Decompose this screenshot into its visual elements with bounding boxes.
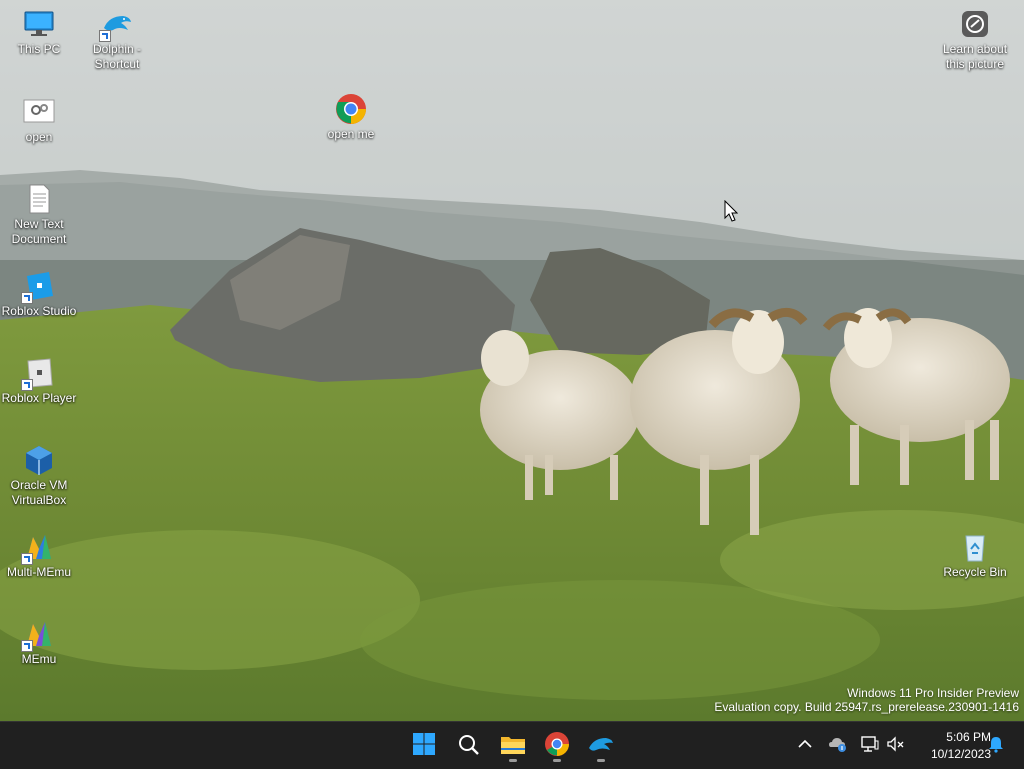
multi-memu-icon (21, 531, 55, 565)
desktop-icon-oracle-virtualbox[interactable]: Oracle VM VirtualBox (0, 444, 78, 508)
recycle-bin-icon (959, 531, 991, 563)
virtualbox-icon (23, 444, 55, 476)
shortcut-arrow-icon (99, 30, 111, 42)
windows-watermark: Windows 11 Pro Insider Preview Evaluatio… (714, 686, 1019, 714)
desktop-icon-dolphin-shortcut[interactable]: Dolphin - Shortcut (78, 8, 156, 72)
desktop-icon-label: Oracle VM VirtualBox (10, 478, 68, 507)
desktop-icon-new-text-document[interactable]: New Text Document (0, 183, 78, 247)
desktop-icon-roblox-studio[interactable]: Roblox Studio (0, 270, 78, 319)
roblox-player-icon (21, 357, 55, 391)
clock-time: 5:06 PM (946, 730, 991, 744)
running-indicator (597, 759, 605, 762)
desktop-icon-open[interactable]: open (0, 96, 78, 145)
shortcut-arrow-icon (21, 553, 33, 565)
settings-file-icon (23, 96, 55, 128)
windows-logo-icon (413, 733, 435, 755)
taskbar-chrome[interactable] (539, 728, 575, 762)
desktop-icon-label: Learn about this picture (942, 42, 1008, 71)
shortcut-arrow-icon (21, 379, 33, 391)
desktop-icon-open-me[interactable]: open me (312, 93, 390, 142)
desktop-icon-roblox-player[interactable]: Roblox Player (0, 357, 78, 406)
onedrive-info-icon[interactable] (827, 734, 849, 759)
shortcut-arrow-icon (21, 640, 33, 652)
taskbar-file-explorer[interactable] (495, 728, 531, 762)
folder-icon (501, 737, 525, 754)
taskbar: 5:06 PM 10/12/2023 (0, 721, 1024, 769)
desktop-icon-label: This PC (17, 42, 61, 56)
desktop-wallpaper (0, 0, 1024, 721)
dolphin-icon (589, 738, 613, 751)
camera-lens-icon (959, 8, 991, 40)
desktop-icon-this-pc[interactable]: This PC (0, 8, 78, 57)
watermark-edition: Windows 11 Pro Insider Preview (847, 686, 1019, 700)
shortcut-arrow-icon (21, 292, 33, 304)
clock-date: 10/12/2023 (930, 747, 991, 761)
start-button[interactable] (406, 728, 442, 762)
text-document-icon (23, 183, 55, 215)
search-icon (459, 735, 479, 755)
monitor-icon (23, 8, 55, 40)
mouse-cursor-icon (724, 199, 739, 227)
running-indicator (553, 759, 561, 762)
notification-bell-icon[interactable] (987, 735, 1005, 758)
desktop-icon-label: open (25, 130, 53, 144)
desktop-icon-label: Roblox Player (1, 391, 77, 405)
chrome-icon (545, 732, 569, 756)
desktop-icon-label: Multi-MEmu (6, 565, 71, 579)
show-hidden-icons-chevron-icon[interactable] (796, 735, 814, 758)
memu-icon (21, 618, 55, 652)
clock[interactable]: 5:06 PM 10/12/2023 (927, 730, 991, 761)
watermark-build: Evaluation copy. Build 25947.rs_prerelea… (714, 700, 1019, 714)
running-indicator (509, 759, 517, 762)
desktop-icon-label: New Text Document (11, 217, 67, 246)
desktop-icon-multi-memu[interactable]: Multi-MEmu (0, 531, 78, 580)
taskbar-dolphin[interactable] (583, 728, 619, 762)
desktop-icon-memu[interactable]: MEmu (0, 618, 78, 667)
network-icon[interactable] (860, 734, 880, 759)
search-button[interactable] (451, 728, 487, 762)
roblox-studio-icon (21, 270, 55, 304)
desktop-icon-label: Dolphin - Shortcut (92, 42, 142, 71)
chrome-icon (335, 93, 367, 125)
desktop-icon-label: open me (327, 127, 375, 141)
desktop-icon-recycle-bin[interactable]: Recycle Bin (936, 531, 1014, 580)
desktop-icon-label: MEmu (21, 652, 57, 666)
desktop-icon-label: Recycle Bin (943, 565, 1007, 579)
desktop-icon-learn-about-picture[interactable]: Learn about this picture (936, 8, 1014, 72)
volume-muted-icon[interactable] (885, 734, 905, 759)
desktop-icon-label: Roblox Studio (1, 304, 77, 318)
dolphin-icon (99, 8, 133, 42)
